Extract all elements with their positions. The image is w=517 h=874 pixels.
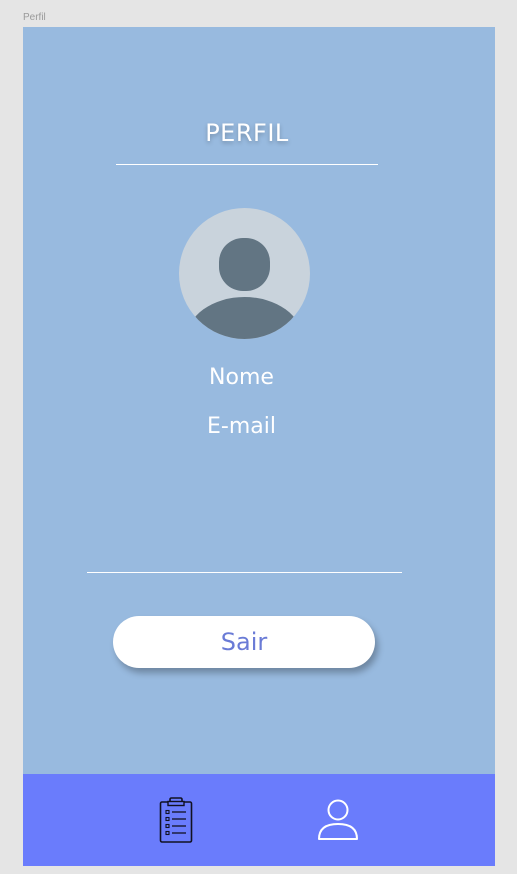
title-divider [116,164,378,165]
user-icon [318,799,358,840]
page-title: PERFIL [205,119,289,147]
clipboard-list-icon [159,797,193,843]
logout-button[interactable]: Sair [113,616,375,668]
profile-email-label: E-mail [207,414,276,439]
content-divider [87,572,402,573]
nav-item-tasks[interactable] [136,774,216,866]
bottom-nav [23,774,495,866]
nav-item-profile[interactable] [298,774,378,866]
profile-screen: PERFIL Nome E-mail Sair [23,27,495,866]
avatar[interactable] [179,208,310,339]
user-avatar-icon [186,238,303,339]
profile-name-label: Nome [209,365,274,390]
artboard-label: Perfil [23,12,46,23]
